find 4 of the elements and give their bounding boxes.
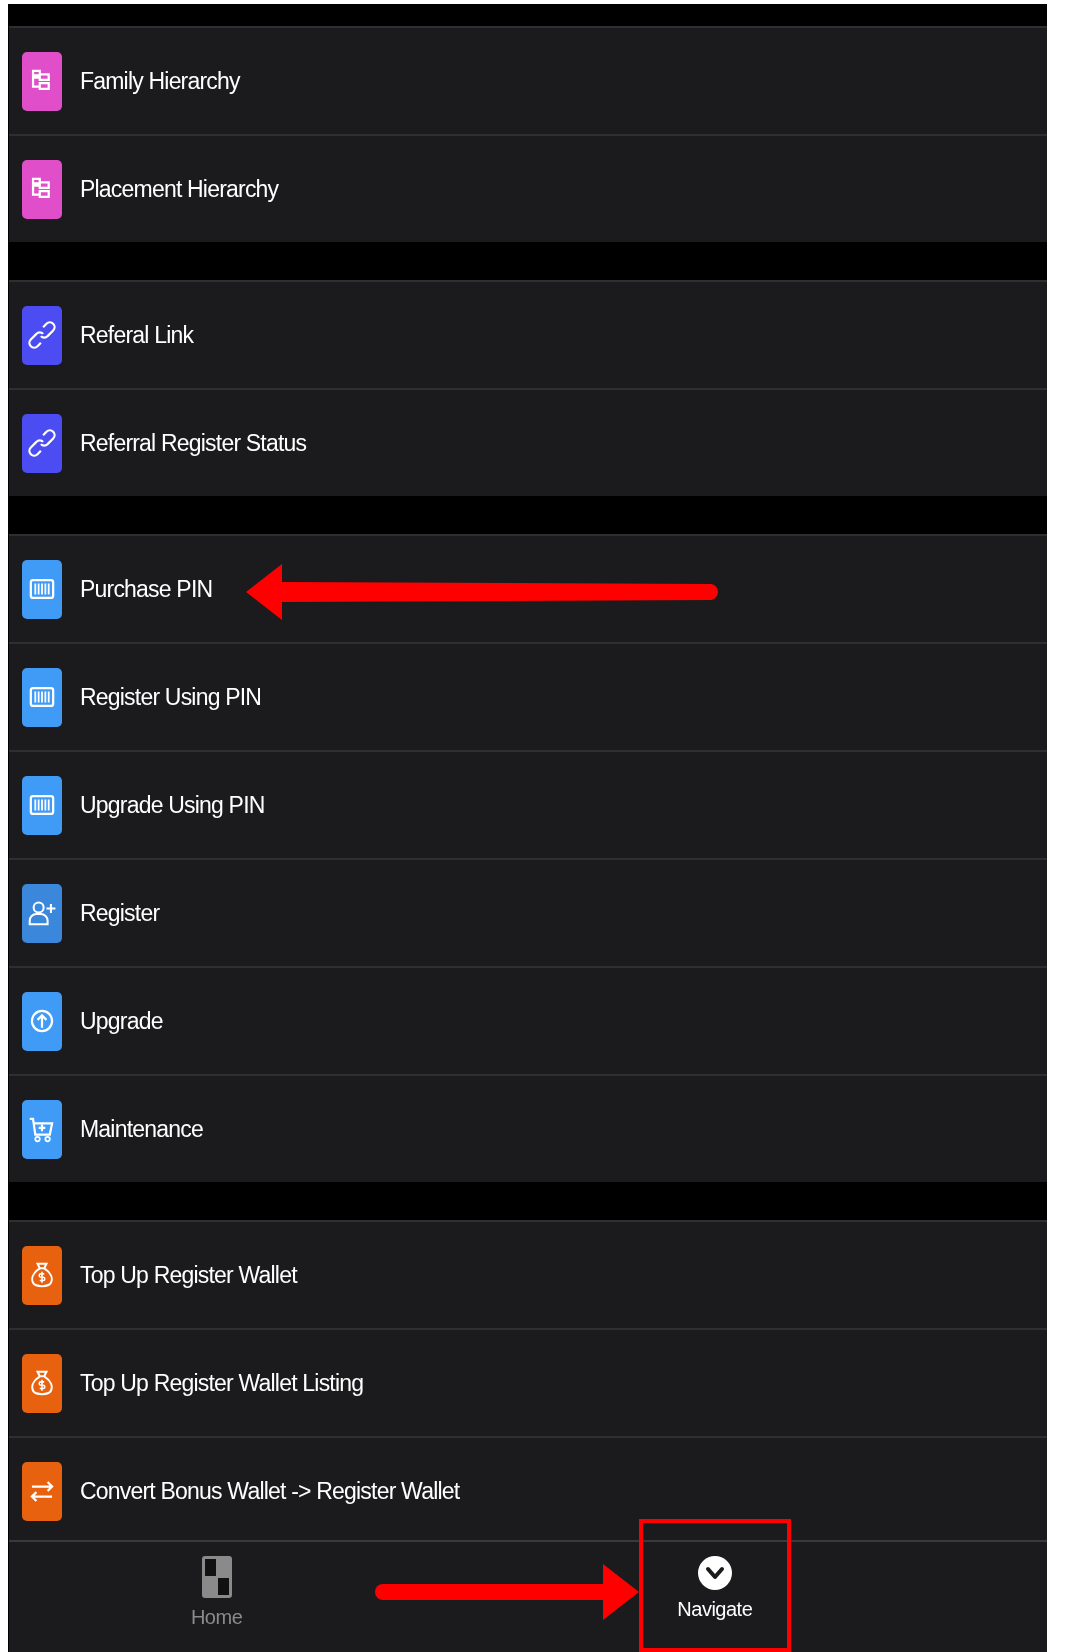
nav-button[interactable]: Home	[180, 1542, 253, 1652]
nav-button[interactable]: Navigate	[667, 1542, 763, 1652]
home-icon	[201, 1556, 232, 1598]
chevron-down-icon	[697, 1556, 732, 1590]
